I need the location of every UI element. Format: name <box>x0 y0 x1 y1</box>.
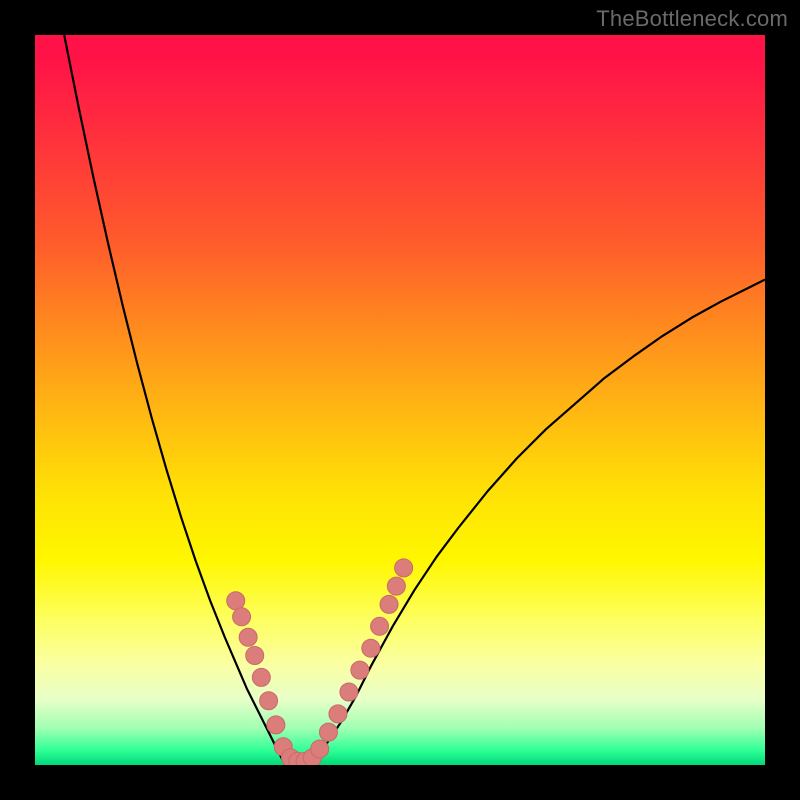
bottleneck-curve <box>64 35 765 764</box>
marker-dot <box>233 608 251 626</box>
marker-dot <box>311 740 329 758</box>
curve-layer <box>35 35 765 765</box>
marker-dot <box>260 692 278 710</box>
marker-dot <box>395 559 413 577</box>
marker-dot <box>380 595 398 613</box>
marker-dot <box>227 592 245 610</box>
marker-dot <box>362 639 380 657</box>
plot-area <box>35 35 765 765</box>
marker-dot <box>329 705 347 723</box>
watermark-text: TheBottleneck.com <box>596 6 788 32</box>
marker-dot <box>246 647 264 665</box>
marker-dot <box>340 683 358 701</box>
curve-markers <box>227 559 413 765</box>
chart-container: TheBottleneck.com <box>0 0 800 800</box>
marker-dot <box>252 668 270 686</box>
marker-dot <box>387 577 405 595</box>
marker-dot <box>239 628 257 646</box>
marker-dot <box>267 716 285 734</box>
marker-dot <box>371 617 389 635</box>
marker-dot <box>319 723 337 741</box>
marker-dot <box>351 661 369 679</box>
